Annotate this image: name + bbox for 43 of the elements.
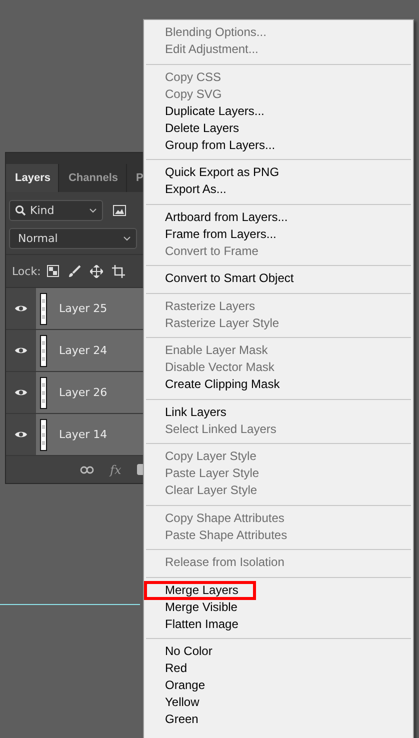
menu-item[interactable]: No Color [146,643,411,660]
fx-button[interactable]: fx [110,462,122,476]
layer-thumbnail [40,292,47,324]
image-icon[interactable] [113,205,126,216]
menu-item[interactable]: Merge Layers [145,582,255,598]
layer-thumbnail [40,376,47,408]
menu-item[interactable]: Orange [146,677,411,694]
brush-icon[interactable] [68,264,81,278]
eye-icon[interactable] [14,304,28,313]
layer-thumbnail [40,418,47,450]
menu-item[interactable]: Yellow [146,694,411,711]
menu-item[interactable]: Green [146,711,411,728]
blend-mode-dropdown[interactable]: Normal [9,228,137,249]
menu-item[interactable]: Red [146,660,411,677]
checkerboard-icon[interactable] [46,265,59,277]
menu-item[interactable]: Merge Visible [146,598,411,616]
menu-item[interactable]: Group from Layers... [146,136,411,154]
layer-name: Layer 14 [59,428,108,441]
move-icon[interactable] [90,264,103,278]
link-icon[interactable] [80,466,94,474]
panel-tab[interactable]: Layers [6,164,60,192]
layer-name: Layer 25 [59,302,108,315]
crop-icon[interactable] [112,264,125,278]
eye-icon[interactable] [14,346,28,355]
menu-item[interactable]: Artboard from Layers... [146,208,411,226]
search-icon [15,205,26,216]
layer-thumbnail [40,334,47,366]
blend-mode-value: Normal [18,232,58,245]
layer-name: Layer 24 [59,344,108,357]
panel-tab[interactable]: Channels [59,164,127,192]
menu-item[interactable]: Frame from Layers... [146,226,411,242]
filter-value: Kind [30,204,54,217]
filter-dropdown[interactable]: Kind [9,200,103,221]
eye-icon[interactable] [14,430,28,439]
menu-item[interactable]: Delete Layers [146,120,411,136]
menu-item[interactable]: Convert to Smart Object [146,270,411,287]
chevron-down-icon [123,236,131,241]
eye-icon[interactable] [14,388,28,397]
menu-item[interactable]: Duplicate Layers... [146,102,411,120]
menu-item[interactable]: Flatten Image [146,616,411,632]
chevron-down-icon [89,208,97,213]
lock-label: Lock: [12,264,41,278]
layer-name: Layer 26 [59,386,108,399]
